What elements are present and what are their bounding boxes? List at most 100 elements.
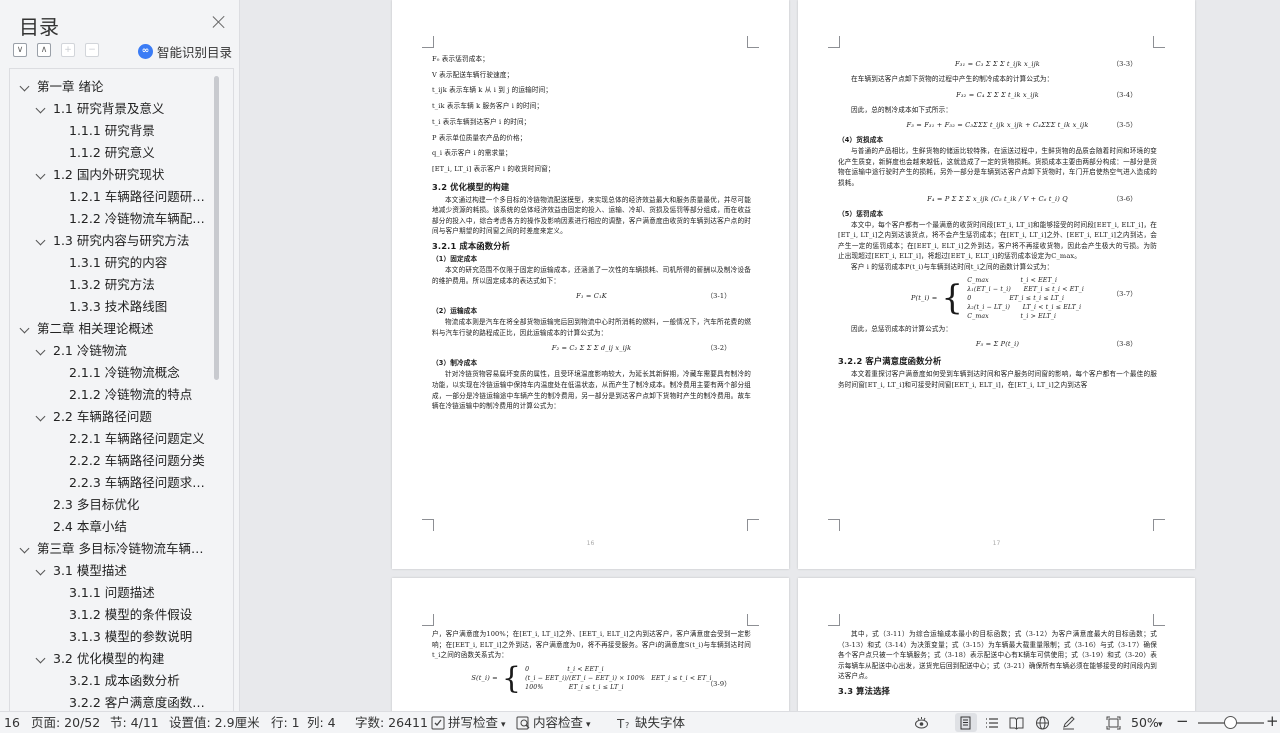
equation-number: （3-9） — [706, 679, 731, 688]
chevron-down-icon[interactable]: ▾ — [586, 717, 591, 733]
toc-item[interactable]: 3.1 模型描述 — [10, 560, 215, 582]
toc-item[interactable]: 1.3.2 研究方法 — [10, 274, 215, 296]
toc-item[interactable]: 1.1.2 研究意义 — [10, 142, 215, 164]
zoom-in-icon[interactable]: + — [1266, 713, 1279, 729]
toc-item-label: 1.2 国内外研究现状 — [53, 167, 165, 182]
toc-item[interactable]: 3.2 优化模型的构建 — [10, 648, 215, 670]
remove-level-icon[interactable]: − — [85, 43, 99, 57]
toc-item[interactable]: 2.1 冷链物流 — [10, 340, 215, 362]
page-view-icon[interactable] — [958, 716, 973, 730]
brace: { — [501, 660, 522, 696]
toc-item[interactable]: 3.1.3 模型的参数说明 — [10, 626, 215, 648]
toc-item[interactable]: 2.1.1 冷链物流概念 — [10, 362, 215, 384]
equation-case: C_max t_i < EET_i — [967, 276, 1058, 284]
item-heading: （2）运输成本 — [432, 307, 478, 316]
equation-number: （3-6） — [1112, 194, 1137, 203]
chevron-down-icon[interactable] — [35, 565, 46, 576]
zoom-out-icon[interactable]: − — [1176, 713, 1189, 729]
svg-text:?: ? — [625, 721, 629, 730]
equation-cases: 0 t_i < EET_i (t_i − EET_i)/(ET_i − EET_i… — [525, 665, 712, 692]
toc-item[interactable]: 3.1.2 模型的条件假设 — [10, 604, 215, 626]
missing-font-button[interactable]: 缺失字体 — [635, 715, 685, 731]
chevron-down-icon[interactable] — [19, 81, 30, 92]
chevron-down-icon[interactable]: ▾ — [501, 717, 506, 733]
page-number: 17 — [992, 540, 1001, 547]
zoom-slider-thumb[interactable] — [1224, 716, 1237, 729]
chevron-down-icon[interactable]: ▾ — [1158, 717, 1163, 733]
chevron-down-icon[interactable] — [35, 345, 46, 356]
web-view-icon[interactable] — [1035, 716, 1050, 730]
outline-view-icon[interactable] — [984, 716, 999, 730]
chevron-down-icon[interactable] — [35, 411, 46, 422]
spellcheck-button[interactable]: 拼写检查 — [448, 715, 498, 731]
svg-text:T: T — [617, 717, 625, 730]
setting-value[interactable]: 设置值: 2.9厘米 — [169, 715, 260, 731]
toc-scrollbar[interactable] — [214, 76, 219, 380]
toc-item-label: 2.2.1 车辆路径问题定义 — [69, 431, 205, 446]
document-page-17: F₃₁ = C₃ Σ Σ Σ t_ijk x_ijk （3-3） 在车辆到达客户点… — [798, 0, 1195, 569]
toc-item[interactable]: 2.3 多目标优化 — [10, 494, 215, 516]
toc-item[interactable]: 1.2 国内外研究现状 — [10, 164, 215, 186]
content-check-button[interactable]: 内容检查 — [533, 715, 583, 731]
toc-item[interactable]: 第一章 绪论 — [10, 76, 215, 98]
fit-page-icon[interactable] — [1106, 716, 1121, 730]
page-indicator[interactable]: 页面: 20/52 — [31, 715, 100, 731]
equation-case: 0 t_i < EET_i — [525, 666, 604, 674]
definition-line: [ET_i, LT_i] 表示客户 i 的收货时间窗； — [432, 164, 555, 173]
collapse-all-icon[interactable]: ∧ — [37, 43, 51, 57]
toc-item[interactable]: 2.2.1 车辆路径问题定义 — [10, 428, 215, 450]
toc-item[interactable]: 3.1.1 问题描述 — [10, 582, 215, 604]
write-mode-icon[interactable] — [1061, 716, 1076, 730]
toc-item-label: 1.2.1 车辆路径问题研究现状 — [69, 189, 215, 204]
page-18-content: 户，客户满意度为100%；在[ET_i, LT_i]之外、[EET_i, ELT… — [432, 629, 751, 697]
reading-view-icon[interactable] — [1009, 716, 1024, 730]
close-icon[interactable] — [212, 15, 226, 29]
toc-item[interactable]: 第三章 多目标冷链物流车辆路径问题建模 — [10, 538, 215, 560]
section-indicator[interactable]: 节: 4/11 — [110, 715, 159, 731]
equation-body: F₃ = F₃₁ + F₃₂ = C₃ΣΣΣ t_ijk x_ijk + C₄Σ… — [906, 121, 1089, 130]
smart-toc-button[interactable]: ∞ 智能识别目录 — [138, 42, 232, 60]
toc-item[interactable]: 2.2.2 车辆路径问题分类 — [10, 450, 215, 472]
toc-item[interactable]: 1.3.3 技术路线图 — [10, 296, 215, 318]
eye-protection-icon[interactable] — [914, 716, 929, 730]
zoom-level[interactable]: 50% — [1131, 715, 1159, 731]
equation-cases: C_max t_i < EET_i λ₁(ET_i − t_i) EET_i ≤ … — [967, 276, 1084, 321]
toc-item[interactable]: 1.1 研究背景及意义 — [10, 98, 215, 120]
equation-body: F₅ = Σ P(t_i) — [975, 340, 1020, 349]
chevron-down-icon[interactable] — [35, 169, 46, 180]
chevron-down-icon[interactable] — [35, 235, 46, 246]
add-level-icon[interactable]: + — [61, 43, 75, 57]
equation-case: 100% ET_i ≤ t_i ≤ LT_i — [525, 684, 624, 692]
margin-corner — [747, 614, 759, 626]
piecewise-equation: P(t_i) = { C_max t_i < EET_i λ₁(ET_i − t_… — [838, 276, 1157, 321]
chevron-down-icon[interactable] — [19, 323, 30, 334]
toc-item-label: 2.2 车辆路径问题 — [53, 409, 152, 424]
chevron-down-icon[interactable] — [35, 653, 46, 664]
toc-item[interactable]: 3.2.1 成本函数分析 — [10, 670, 215, 692]
toc-item[interactable]: 1.2.2 冷链物流车辆配送研究 — [10, 208, 215, 230]
toc-item[interactable]: 1.1.1 研究背景 — [10, 120, 215, 142]
document-area[interactable]: F₀ 表示惩罚成本； V 表示配送车辆行驶速度； t_ijk 表示车辆 k 从 i … — [241, 0, 1280, 711]
toc-item-label: 3.2.2 客户满意度函数分析 — [69, 695, 215, 710]
toc-item[interactable]: 1.2.1 车辆路径问题研究现状 — [10, 186, 215, 208]
item-heading: （1）固定成本 — [432, 255, 478, 263]
toc-item[interactable]: 1.3.1 研究的内容 — [10, 252, 215, 274]
toc-item[interactable]: 2.1.2 冷链物流的特点 — [10, 384, 215, 406]
toc-item-label: 3.2.1 成本函数分析 — [69, 673, 180, 688]
chevron-down-icon[interactable] — [19, 543, 30, 554]
margin-corner — [422, 36, 434, 48]
chevron-down-icon[interactable] — [35, 103, 46, 114]
toc-item[interactable]: 2.4 本章小结 — [10, 516, 215, 538]
toc-item[interactable]: 1.3 研究内容与研究方法 — [10, 230, 215, 252]
toc-item-label: 第一章 绪论 — [37, 79, 104, 94]
margin-corner — [1153, 614, 1165, 626]
equation-number: （3-5） — [1112, 121, 1137, 130]
toc-item[interactable]: 第二章 相关理论概述 — [10, 318, 215, 340]
toc-item[interactable]: 2.2 车辆路径问题 — [10, 406, 215, 428]
equation-body: F₃₁ = C₃ Σ Σ Σ t_ijk x_ijk — [955, 60, 1040, 68]
toc-item[interactable]: 2.2.3 车辆路径问题求解方法 — [10, 472, 215, 494]
equation-lhs: S(t_i) = — [471, 674, 498, 683]
expand-all-icon[interactable]: ∨ — [13, 43, 27, 57]
toc-item[interactable]: 3.2.2 客户满意度函数分析 — [10, 692, 215, 711]
word-count[interactable]: 字数: 26411 — [355, 715, 428, 731]
